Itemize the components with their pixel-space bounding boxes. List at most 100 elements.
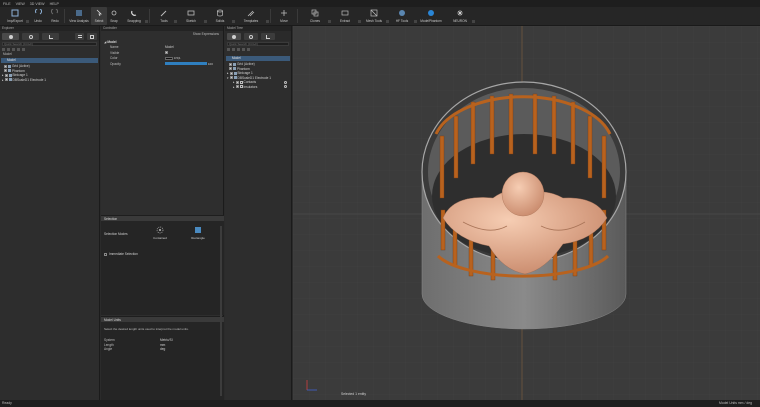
tab-charts[interactable] <box>42 33 60 40</box>
name-field[interactable]: Model <box>165 45 220 49</box>
neuron-icon <box>456 9 464 17</box>
model-units-status[interactable]: Model Units mm / deg <box>719 400 752 407</box>
tab-model[interactable] <box>2 33 20 40</box>
tab-tree-charts[interactable] <box>261 33 275 40</box>
import-export-icon <box>11 9 19 17</box>
expand-icon[interactable] <box>7 48 10 51</box>
opacity-slider[interactable] <box>165 62 207 66</box>
dropdown-arrow-icon[interactable] <box>266 20 269 23</box>
sketch-button[interactable]: Sketch <box>176 7 207 25</box>
selection-section: Selection Selection Modes Contained Rect… <box>101 215 224 315</box>
visibility-checkbox[interactable] <box>229 62 232 66</box>
menu-view[interactable]: VIEW <box>16 2 25 6</box>
filter-icon[interactable] <box>237 48 240 51</box>
3d-viewport[interactable]: Selected 1 entity <box>293 26 760 400</box>
mesh-tools-button[interactable]: Mesh Tools <box>360 7 389 25</box>
expand-arrow-icon[interactable]: ▸ <box>2 78 4 83</box>
visibility-checkbox[interactable] <box>4 78 8 82</box>
collapse-arrow-icon[interactable]: ▾ <box>227 76 229 81</box>
tab-tree-model[interactable] <box>227 33 241 40</box>
folder-icon <box>239 80 243 84</box>
sort-icon[interactable] <box>247 48 250 51</box>
mesh-tools-icon <box>370 9 378 17</box>
controller-scrollbar[interactable] <box>220 226 222 396</box>
immediate-selection-checkbox[interactable] <box>104 252 107 256</box>
visibility-checkbox[interactable] <box>4 64 7 68</box>
explorer-row-electrode[interactable]: ▸ DBScaleD1 Electrode 1 <box>0 78 99 83</box>
view-options-button[interactable] <box>87 33 98 40</box>
folder-icon <box>239 85 243 89</box>
sort-icon[interactable] <box>22 48 25 51</box>
filter-icon[interactable] <box>12 48 15 51</box>
dropdown-arrow-icon[interactable] <box>145 20 148 23</box>
menu-file[interactable]: FILE <box>3 2 11 6</box>
snap-button[interactable]: Snap <box>107 7 121 25</box>
solids-button[interactable]: Solids <box>206 7 235 25</box>
solids-icon <box>216 9 224 17</box>
selection-modes-label: Selection Modes <box>104 232 128 236</box>
neuron-button[interactable]: NEURON <box>446 7 475 25</box>
redo-button[interactable]: Redo <box>48 7 62 25</box>
clones-button[interactable]: Clones <box>300 7 331 25</box>
tab-analysis[interactable] <box>22 33 40 40</box>
import-export-button[interactable]: Imp/Export <box>2 7 29 25</box>
rectangle-select-icon <box>195 227 201 233</box>
viewport-scene[interactable] <box>293 26 760 400</box>
phantom-icon <box>8 69 11 73</box>
extract-button[interactable]: Extract <box>330 7 361 25</box>
show-expressions-button[interactable]: Show Expressions <box>193 32 219 36</box>
move-button[interactable]: Move <box>273 7 295 25</box>
opacity-value[interactable]: 100 <box>208 62 213 66</box>
select-button[interactable]: Select <box>91 7 107 25</box>
lock-icon[interactable] <box>284 85 287 89</box>
model-tree-search-input[interactable]: Quick Search (Ctrl+F) <box>227 42 289 46</box>
sketch-icon <box>187 9 195 17</box>
tools-button[interactable]: Tools <box>152 7 177 25</box>
lock-icon[interactable] <box>284 80 287 84</box>
system-select[interactable]: Metric/SI <box>160 338 224 342</box>
snapping-button[interactable]: Snapping <box>121 7 148 25</box>
visibility-checkbox[interactable] <box>229 67 232 71</box>
folder-icon <box>233 71 237 75</box>
explorer-search-input[interactable]: Quick Search (Ctrl+F) <box>2 42 97 46</box>
tree-row-insulators[interactable]: ▸ Insulators <box>225 85 291 90</box>
visibility-checkbox[interactable] <box>4 69 7 73</box>
rectangle-mode-button[interactable]: Rectangle <box>189 226 207 240</box>
explorer-root-row[interactable]: Model <box>1 58 98 63</box>
explorer-tabs <box>0 31 99 41</box>
collapse-icon[interactable] <box>2 48 5 51</box>
visible-checkbox[interactable] <box>165 50 168 54</box>
model-phantom-button[interactable]: ModelPhantom <box>416 7 446 25</box>
phantom-head <box>501 171 545 217</box>
visibility-checkbox[interactable] <box>229 76 233 80</box>
visibility-checkbox[interactable] <box>235 80 239 84</box>
length-select[interactable]: mm <box>160 343 224 347</box>
menu-help[interactable]: HELP <box>50 2 59 6</box>
collapse-icon[interactable] <box>227 48 230 51</box>
collapse-arrow-icon[interactable]: ◢ <box>104 40 106 44</box>
view-analysis-icon <box>75 9 83 17</box>
expand-arrow-icon[interactable]: ▸ <box>233 85 235 90</box>
menu-3dview[interactable]: 3D VIEW <box>30 2 45 6</box>
model-tree-root-row[interactable]: Model <box>226 56 290 61</box>
hf-tools-button[interactable]: HF Tools <box>388 7 417 25</box>
templates-button[interactable]: Templates <box>234 7 269 25</box>
dropdown-arrow-icon[interactable] <box>472 20 475 23</box>
angle-select[interactable]: deg <box>160 347 224 351</box>
model-tree-panel: Model Tree Quick Search (Ctrl+F) Model G… <box>225 26 292 400</box>
tab-tree-analysis[interactable] <box>244 33 258 40</box>
contained-mode-button[interactable]: Contained <box>151 226 169 240</box>
view-analysis-button[interactable]: View Analysis <box>67 7 91 25</box>
visibility-checkbox[interactable] <box>229 71 233 75</box>
visibility-checkbox[interactable] <box>235 85 239 89</box>
link-icon[interactable] <box>17 48 20 51</box>
expand-icon[interactable] <box>232 48 235 51</box>
link-icon[interactable] <box>242 48 245 51</box>
color-swatch[interactable] <box>165 56 173 60</box>
undo-button[interactable]: Undo <box>28 7 48 25</box>
menu-bar: FILE VIEW 3D VIEW HELP <box>0 0 760 7</box>
opacity-slider-fill <box>165 62 207 66</box>
visibility-checkbox[interactable] <box>4 73 8 77</box>
filter-button[interactable] <box>74 33 85 40</box>
controller-properties: ◢ Model Name Model Visible Color 0.5|1 Opa… <box>101 37 223 69</box>
